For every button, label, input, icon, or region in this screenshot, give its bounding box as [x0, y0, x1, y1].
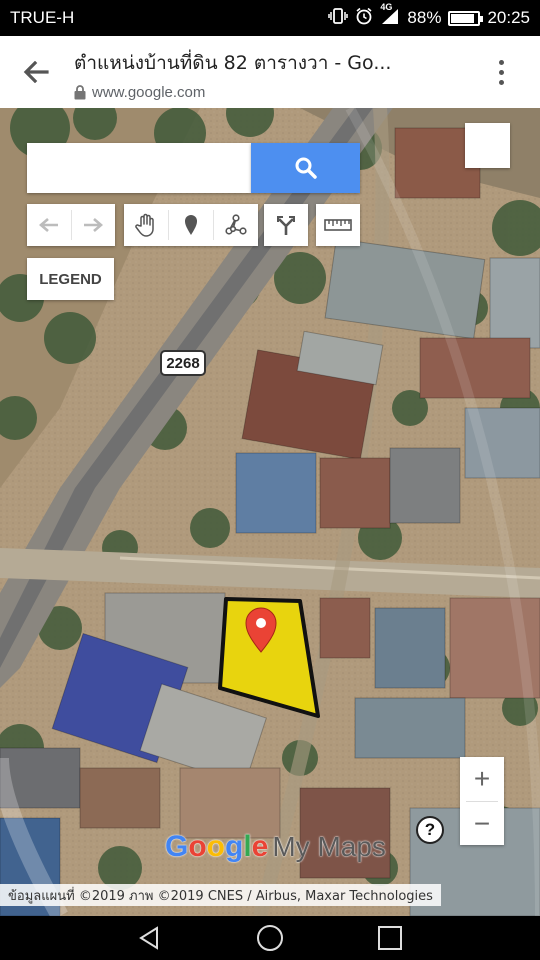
- vibrate-icon: [328, 7, 349, 30]
- system-navigation-bar: [0, 916, 540, 960]
- pan-tool-button[interactable]: [124, 204, 168, 246]
- layers-button[interactable]: [465, 123, 510, 168]
- add-marker-button[interactable]: [169, 204, 213, 246]
- zoom-controls: + −: [460, 757, 504, 845]
- marker-icon: [185, 215, 197, 235]
- draw-line-button[interactable]: [214, 204, 258, 246]
- zoom-in-button[interactable]: +: [460, 757, 504, 801]
- history-toolgroup: [27, 204, 115, 246]
- measure-button[interactable]: [316, 204, 360, 246]
- logo-product-name: My Maps: [272, 831, 386, 862]
- signal-icon: 4G: [380, 2, 400, 30]
- triangle-back-icon: [139, 926, 158, 950]
- directions-icon: [277, 216, 295, 235]
- redo-icon: [84, 218, 104, 232]
- battery-percent: 88%: [407, 8, 442, 27]
- ruler-icon: [324, 219, 352, 231]
- circle-home-icon: [257, 925, 283, 951]
- overflow-menu-button[interactable]: [486, 54, 516, 90]
- battery-icon: [448, 10, 484, 26]
- help-button[interactable]: ?: [416, 816, 444, 844]
- url-text: www.google.com: [92, 84, 206, 101]
- search-input[interactable]: [27, 143, 251, 193]
- square-recents-icon: [378, 926, 402, 950]
- undo-icon: [38, 218, 58, 232]
- back-button[interactable]: [16, 56, 56, 88]
- status-icons: 4G 88% 20:25: [328, 2, 530, 30]
- zoom-out-button[interactable]: −: [460, 802, 504, 846]
- search-button[interactable]: [251, 143, 360, 193]
- redo-button[interactable]: [71, 204, 115, 246]
- logo-letter: G: [165, 830, 189, 863]
- map-attribution: ข้อมูลแผนที่ ©2019 ภาพ ©2019 CNES / Airb…: [0, 884, 441, 906]
- back-arrow-icon: [23, 61, 49, 83]
- page-title: ตำแหน่งบ้านที่ดิน 82 ตารางวา - Go...: [74, 52, 392, 74]
- legend-button[interactable]: LEGEND: [27, 258, 114, 300]
- logo-letter: e: [251, 830, 269, 863]
- nav-recents-button[interactable]: [370, 922, 410, 954]
- alarm-icon: [355, 7, 373, 30]
- logo-letter: o: [206, 830, 225, 863]
- undo-button[interactable]: [27, 204, 71, 246]
- logo-letter: l: [243, 830, 252, 863]
- carrier-name: TRUE-H: [10, 8, 75, 27]
- nav-back-button[interactable]: [130, 922, 170, 954]
- google-my-maps-logo: G o o g l e My Maps: [165, 830, 386, 864]
- map-view[interactable]: LEGEND 2268 + − ? G o o g l e My Maps ข้…: [0, 108, 540, 916]
- logo-letter: o: [188, 830, 207, 863]
- search-icon: [295, 157, 317, 179]
- browser-toolbar: ตำแหน่งบ้านที่ดิน 82 ตารางวา - Go... www…: [0, 36, 540, 108]
- dot-icon: [498, 79, 504, 85]
- lock-icon: [74, 85, 86, 100]
- drawing-toolgroup: [124, 204, 258, 246]
- nav-home-button[interactable]: [250, 922, 290, 954]
- dot-icon: [498, 59, 504, 65]
- logo-letter: g: [225, 830, 244, 863]
- clock: 20:25: [487, 8, 530, 27]
- line-icon: [225, 214, 247, 235]
- directions-button[interactable]: [264, 204, 308, 246]
- dot-icon: [498, 69, 504, 75]
- url-bar[interactable]: www.google.com: [74, 84, 205, 101]
- network-type: 4G: [380, 1, 393, 12]
- hand-icon: [135, 213, 154, 237]
- status-bar: TRUE-H 4G 88% 20:25: [0, 0, 540, 36]
- road-number-badge: 2268: [160, 350, 206, 376]
